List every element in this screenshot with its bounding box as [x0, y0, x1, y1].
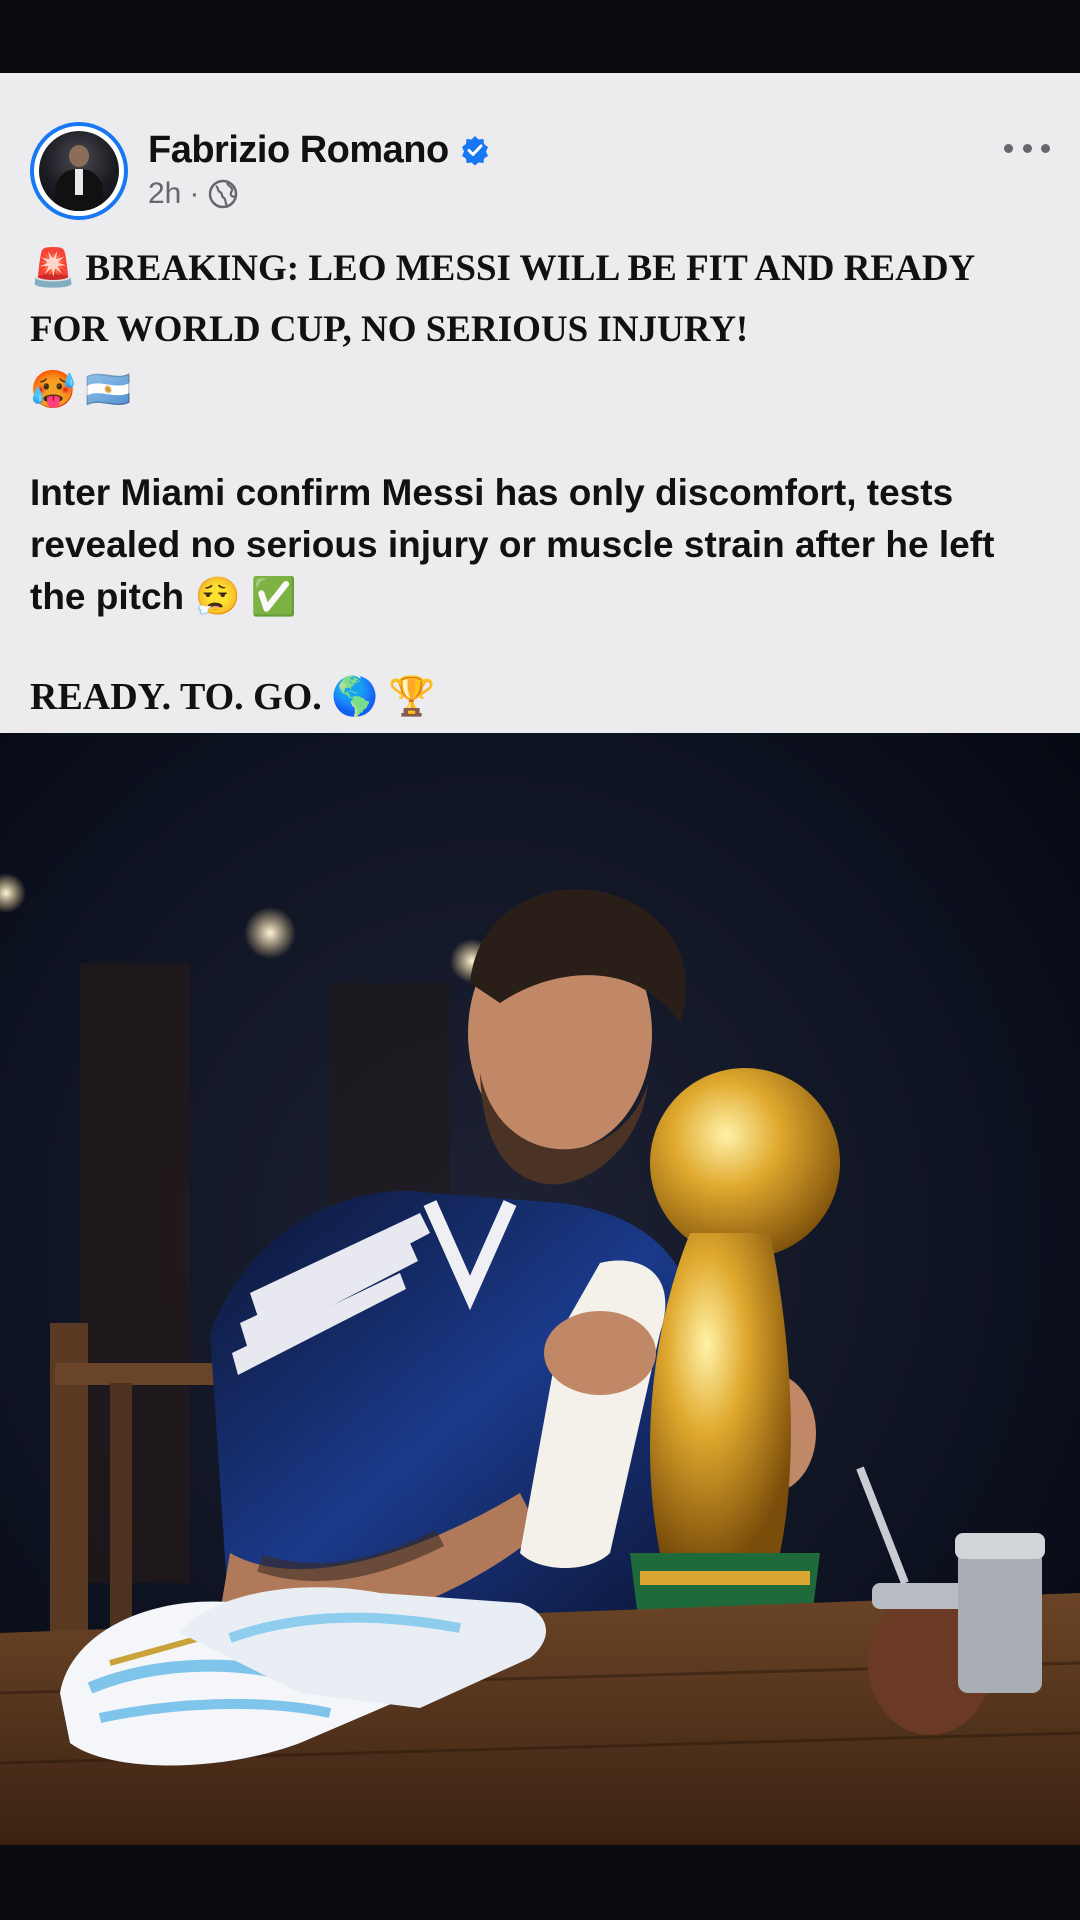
siren-emoji: 🚨 [30, 248, 77, 289]
closing-text: READY. TO. GO. [30, 676, 322, 718]
post-closing: READY. TO. GO. 🌎 🏆 [30, 667, 1050, 727]
post-meta: 2h · [148, 177, 239, 211]
photo-illustration [0, 733, 1080, 1845]
avatar-image [39, 131, 119, 211]
body-text: Inter Miami confirm Messi has only disco… [30, 472, 995, 617]
avatar-shirt-shape [75, 169, 83, 195]
avatar-head-shape [69, 145, 89, 167]
post-photo[interactable] [0, 733, 1080, 1845]
globe-icon [209, 179, 238, 209]
author-name-row: Fabrizio Romano [148, 127, 491, 173]
check-emoji: ✅ [250, 576, 297, 617]
relieved-emoji: 😮‍💨 [194, 576, 241, 617]
author-avatar[interactable] [30, 122, 128, 220]
navigation-bar-area [0, 1845, 1080, 1920]
headline-text: BREAKING: LEO MESSI WILL BE FIT AND READ… [30, 248, 974, 350]
verified-badge-icon [461, 136, 488, 166]
post-headline: 🚨 BREAKING: LEO MESSI WILL BE FIT AND RE… [30, 238, 1050, 421]
hot-face-emoji: 🥵 [30, 370, 77, 411]
status-bar-area [0, 0, 1080, 73]
author-name[interactable]: Fabrizio Romano [148, 129, 449, 172]
post-body: Inter Miami confirm Messi has only disco… [30, 467, 1050, 623]
post-timestamp[interactable]: 2h [148, 177, 181, 211]
more-dot [1004, 143, 1013, 153]
post-header: Fabrizio Romano 2h · [0, 73, 1080, 233]
argentina-flag-emoji: 🇦🇷 [85, 370, 132, 411]
more-dot [1041, 143, 1050, 153]
more-options-icon[interactable] [1004, 133, 1050, 163]
post-text: 🚨 BREAKING: LEO MESSI WILL BE FIT AND RE… [30, 238, 1050, 727]
meta-separator: · [189, 177, 200, 210]
globe-emoji: 🌎 [331, 676, 379, 718]
post-card: Fabrizio Romano 2h · 🚨 BREAKING: LEO MES… [0, 73, 1080, 733]
trophy-emoji: 🏆 [388, 676, 436, 718]
more-dot [1022, 143, 1032, 153]
